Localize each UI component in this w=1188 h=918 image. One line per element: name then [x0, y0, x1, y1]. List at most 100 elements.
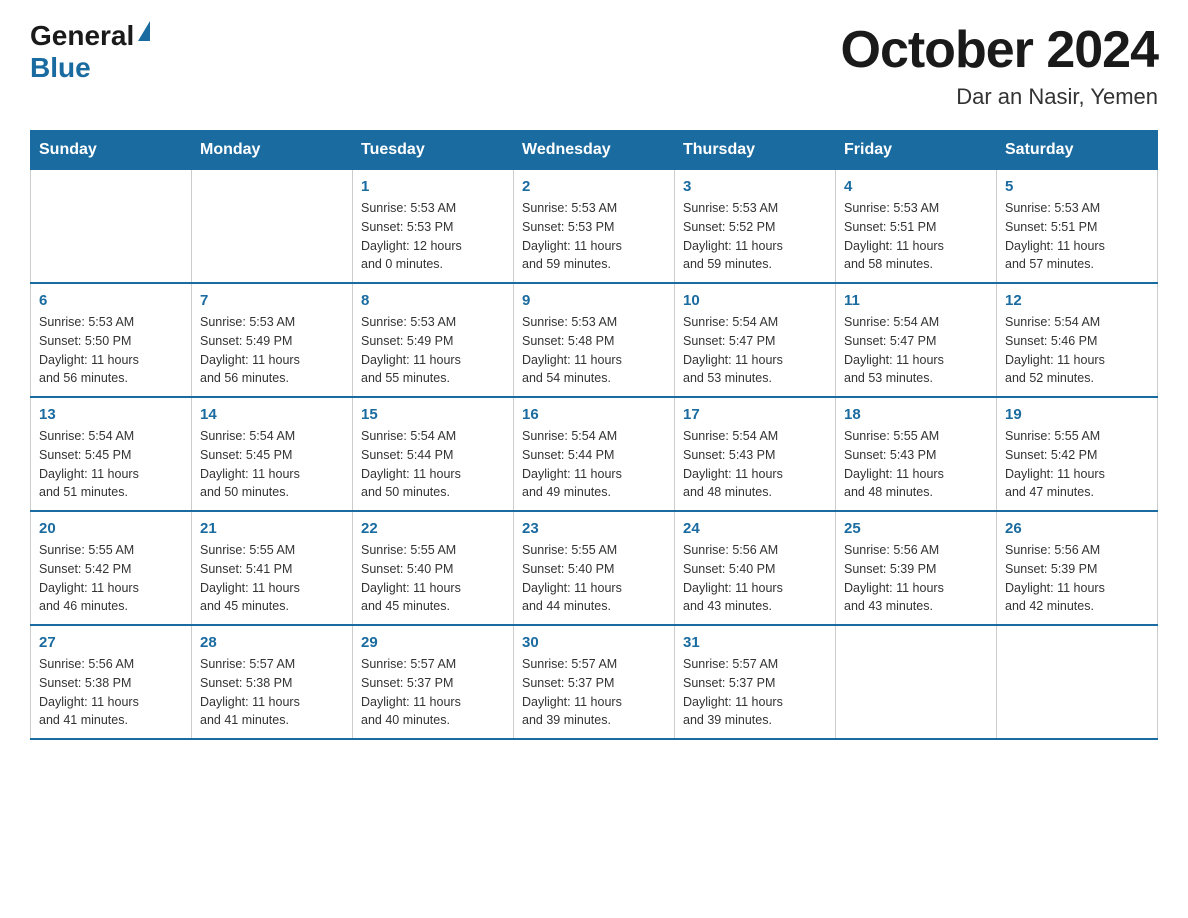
calendar-cell: [836, 625, 997, 739]
day-header-wednesday: Wednesday: [514, 131, 675, 170]
day-info: Sunrise: 5:57 AM Sunset: 5:37 PM Dayligh…: [683, 655, 827, 730]
day-number: 29: [361, 634, 505, 651]
day-info: Sunrise: 5:54 AM Sunset: 5:47 PM Dayligh…: [844, 313, 988, 388]
calendar-cell: 12 Sunrise: 5:54 AM Sunset: 5:46 PM Dayli…: [997, 283, 1158, 397]
location: Dar an Nasir, Yemen: [841, 84, 1159, 110]
day-header-saturday: Saturday: [997, 131, 1158, 170]
calendar-cell: [192, 170, 353, 284]
day-number: 19: [1005, 406, 1149, 423]
day-info: Sunrise: 5:53 AM Sunset: 5:53 PM Dayligh…: [361, 199, 505, 274]
calendar-week-5: 27Sunrise: 5:56 AM Sunset: 5:38 PM Dayli…: [31, 625, 1158, 739]
calendar-cell: [997, 625, 1158, 739]
day-number: 8: [361, 292, 505, 309]
day-number: 9: [522, 292, 666, 309]
calendar-cell: 15 Sunrise: 5:54 AM Sunset: 5:44 PM Dayli…: [353, 397, 514, 511]
day-info: Sunrise: 5:56 AM Sunset: 5:39 PM Dayligh…: [844, 541, 988, 616]
month-title: October 2024: [841, 20, 1159, 80]
day-info: Sunrise: 5:53 AM Sunset: 5:51 PM Dayligh…: [844, 199, 988, 274]
day-info: Sunrise: 5:53 AM Sunset: 5:49 PM Dayligh…: [361, 313, 505, 388]
logo-blue-text: Blue: [30, 52, 91, 84]
day-header-tuesday: Tuesday: [353, 131, 514, 170]
day-number: 31: [683, 634, 827, 651]
day-info: Sunrise: 5:55 AM Sunset: 5:42 PM Dayligh…: [1005, 427, 1149, 502]
day-info: Sunrise: 5:54 AM Sunset: 5:44 PM Dayligh…: [361, 427, 505, 502]
page-header: General Blue October 2024 Dar an Nasir, …: [30, 20, 1158, 110]
calendar-cell: 17 Sunrise: 5:54 AM Sunset: 5:43 PM Dayli…: [675, 397, 836, 511]
day-info: Sunrise: 5:57 AM Sunset: 5:37 PM Dayligh…: [361, 655, 505, 730]
day-header-friday: Friday: [836, 131, 997, 170]
calendar-cell: 23 Sunrise: 5:55 AM Sunset: 5:40 PM Dayli…: [514, 511, 675, 625]
calendar-cell: 5 Sunrise: 5:53 AM Sunset: 5:51 PM Daylig…: [997, 170, 1158, 284]
calendar-cell: 9 Sunrise: 5:53 AM Sunset: 5:48 PM Daylig…: [514, 283, 675, 397]
calendar-week-3: 13Sunrise: 5:54 AM Sunset: 5:45 PM Dayli…: [31, 397, 1158, 511]
calendar-cell: 21 Sunrise: 5:55 AM Sunset: 5:41 PM Dayli…: [192, 511, 353, 625]
day-info: Sunrise: 5:57 AM Sunset: 5:37 PM Dayligh…: [522, 655, 666, 730]
calendar-cell: 19 Sunrise: 5:55 AM Sunset: 5:42 PM Dayli…: [997, 397, 1158, 511]
calendar-cell: 26Sunrise: 5:56 AM Sunset: 5:39 PM Dayli…: [997, 511, 1158, 625]
day-info: Sunrise: 5:56 AM Sunset: 5:39 PM Dayligh…: [1005, 541, 1149, 616]
day-number: 25: [844, 520, 988, 537]
day-number: 6: [39, 292, 183, 309]
day-info: Sunrise: 5:54 AM Sunset: 5:47 PM Dayligh…: [683, 313, 827, 388]
calendar-cell: 29 Sunrise: 5:57 AM Sunset: 5:37 PM Dayli…: [353, 625, 514, 739]
day-number: 3: [683, 178, 827, 195]
day-number: 4: [844, 178, 988, 195]
day-info: Sunrise: 5:54 AM Sunset: 5:43 PM Dayligh…: [683, 427, 827, 502]
day-info: Sunrise: 5:53 AM Sunset: 5:53 PM Dayligh…: [522, 199, 666, 274]
calendar-cell: 14Sunrise: 5:54 AM Sunset: 5:45 PM Dayli…: [192, 397, 353, 511]
day-number: 21: [200, 520, 344, 537]
calendar-week-4: 20Sunrise: 5:55 AM Sunset: 5:42 PM Dayli…: [31, 511, 1158, 625]
calendar-cell: 30 Sunrise: 5:57 AM Sunset: 5:37 PM Dayli…: [514, 625, 675, 739]
day-info: Sunrise: 5:53 AM Sunset: 5:48 PM Dayligh…: [522, 313, 666, 388]
calendar-cell: 11 Sunrise: 5:54 AM Sunset: 5:47 PM Dayli…: [836, 283, 997, 397]
day-info: Sunrise: 5:54 AM Sunset: 5:44 PM Dayligh…: [522, 427, 666, 502]
day-header-sunday: Sunday: [31, 131, 192, 170]
calendar-cell: 22 Sunrise: 5:55 AM Sunset: 5:40 PM Dayli…: [353, 511, 514, 625]
calendar-cell: 2 Sunrise: 5:53 AM Sunset: 5:53 PM Daylig…: [514, 170, 675, 284]
day-info: Sunrise: 5:55 AM Sunset: 5:41 PM Dayligh…: [200, 541, 344, 616]
day-info: Sunrise: 5:55 AM Sunset: 5:40 PM Dayligh…: [361, 541, 505, 616]
calendar-cell: 18Sunrise: 5:55 AM Sunset: 5:43 PM Dayli…: [836, 397, 997, 511]
day-number: 7: [200, 292, 344, 309]
calendar-cell: 10 Sunrise: 5:54 AM Sunset: 5:47 PM Dayli…: [675, 283, 836, 397]
calendar-cell: 1 Sunrise: 5:53 AM Sunset: 5:53 PM Daylig…: [353, 170, 514, 284]
calendar-cell: 8 Sunrise: 5:53 AM Sunset: 5:49 PM Daylig…: [353, 283, 514, 397]
day-header-monday: Monday: [192, 131, 353, 170]
day-info: Sunrise: 5:55 AM Sunset: 5:43 PM Dayligh…: [844, 427, 988, 502]
day-number: 10: [683, 292, 827, 309]
calendar-week-2: 6 Sunrise: 5:53 AM Sunset: 5:50 PM Daylig…: [31, 283, 1158, 397]
day-info: Sunrise: 5:53 AM Sunset: 5:52 PM Dayligh…: [683, 199, 827, 274]
logo: General Blue: [30, 20, 150, 84]
day-number: 12: [1005, 292, 1149, 309]
day-number: 23: [522, 520, 666, 537]
calendar-cell: 16 Sunrise: 5:54 AM Sunset: 5:44 PM Dayli…: [514, 397, 675, 511]
day-number: 15: [361, 406, 505, 423]
calendar-cell: 31 Sunrise: 5:57 AM Sunset: 5:37 PM Dayli…: [675, 625, 836, 739]
calendar-cell: 4 Sunrise: 5:53 AM Sunset: 5:51 PM Daylig…: [836, 170, 997, 284]
logo-general-text: General: [30, 20, 134, 52]
calendar-cell: 7 Sunrise: 5:53 AM Sunset: 5:49 PM Daylig…: [192, 283, 353, 397]
calendar-cell: 25 Sunrise: 5:56 AM Sunset: 5:39 PM Dayli…: [836, 511, 997, 625]
calendar-cell: 13Sunrise: 5:54 AM Sunset: 5:45 PM Dayli…: [31, 397, 192, 511]
day-info: Sunrise: 5:55 AM Sunset: 5:40 PM Dayligh…: [522, 541, 666, 616]
calendar-cell: 27Sunrise: 5:56 AM Sunset: 5:38 PM Dayli…: [31, 625, 192, 739]
day-number: 30: [522, 634, 666, 651]
day-number: 1: [361, 178, 505, 195]
day-info: Sunrise: 5:53 AM Sunset: 5:51 PM Dayligh…: [1005, 199, 1149, 274]
day-info: Sunrise: 5:53 AM Sunset: 5:50 PM Dayligh…: [39, 313, 183, 388]
day-number: 17: [683, 406, 827, 423]
day-info: Sunrise: 5:55 AM Sunset: 5:42 PM Dayligh…: [39, 541, 183, 616]
calendar-cell: 3 Sunrise: 5:53 AM Sunset: 5:52 PM Daylig…: [675, 170, 836, 284]
day-number: 14: [200, 406, 344, 423]
day-info: Sunrise: 5:56 AM Sunset: 5:40 PM Dayligh…: [683, 541, 827, 616]
day-info: Sunrise: 5:54 AM Sunset: 5:46 PM Dayligh…: [1005, 313, 1149, 388]
calendar-cell: 24Sunrise: 5:56 AM Sunset: 5:40 PM Dayli…: [675, 511, 836, 625]
day-info: Sunrise: 5:57 AM Sunset: 5:38 PM Dayligh…: [200, 655, 344, 730]
day-number: 16: [522, 406, 666, 423]
day-info: Sunrise: 5:53 AM Sunset: 5:49 PM Dayligh…: [200, 313, 344, 388]
day-number: 5: [1005, 178, 1149, 195]
calendar-cell: [31, 170, 192, 284]
day-number: 22: [361, 520, 505, 537]
day-number: 2: [522, 178, 666, 195]
day-number: 11: [844, 292, 988, 309]
